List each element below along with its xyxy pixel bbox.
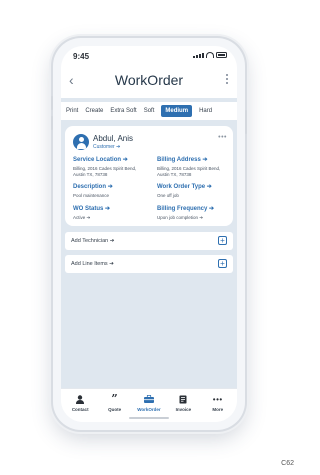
bottom-nav: Contact ” Quote WorkOrder Invoice ••• Mo… [61, 388, 237, 422]
invoice-icon [179, 395, 187, 403]
description-field[interactable]: Description ➔ Pool maintenance [73, 183, 139, 199]
add-technician-row[interactable]: Add Technician ➔ + [65, 232, 233, 250]
person-icon [76, 394, 85, 404]
card-more-icon[interactable]: ••• [218, 134, 227, 141]
nav-invoice[interactable]: Invoice [169, 389, 197, 422]
phone-side-button [51, 96, 53, 110]
field-label: Work Order Type ➔ [157, 184, 212, 190]
customer-name[interactable]: Abdul, Anis [93, 134, 133, 143]
app-screen: 9:45 ‹ WorkOrder Print Create Extra Soft… [61, 46, 237, 422]
edit-arrow-icon: ➔ [122, 157, 128, 163]
edit-arrow-icon: ➔ [206, 184, 212, 190]
kebab-menu-icon[interactable] [225, 74, 229, 84]
status-time: 9:45 [73, 52, 90, 61]
nav-more[interactable]: ••• More [204, 389, 232, 422]
add-line-items-label: Add Line Items ➔ [71, 261, 114, 267]
tab-medium[interactable]: Medium [161, 105, 193, 117]
field-value: Billing, 2016 Cades Spirit Bend, Austin … [157, 166, 221, 177]
edit-arrow-icon: ➔ [199, 215, 204, 220]
edit-arrow-icon: ➔ [109, 238, 115, 244]
add-line-items-row[interactable]: Add Line Items ➔ + [65, 255, 233, 273]
edit-arrow-icon: ➔ [86, 215, 91, 220]
field-value: Upon job completion ➔ [157, 215, 204, 220]
add-line-items-plus-icon[interactable]: + [218, 259, 227, 268]
billing-frequency-field[interactable]: Billing Frequency ➔ Upon job completion … [157, 205, 223, 221]
tab-print[interactable]: Print [66, 108, 78, 114]
edit-arrow-icon: ➔ [209, 206, 215, 212]
edit-arrow-icon: ➔ [109, 261, 114, 267]
avatar [73, 134, 89, 150]
add-technician-label: Add Technician ➔ [71, 238, 115, 244]
wo-status-field[interactable]: WO Status ➔ Active ➔ [73, 205, 139, 221]
add-technician-plus-icon[interactable]: + [218, 236, 227, 245]
corner-label: C62 [281, 460, 294, 467]
field-label: WO Status ➔ [73, 206, 111, 212]
field-label: Billing Address ➔ [157, 157, 208, 163]
edit-arrow-icon: ➔ [105, 206, 111, 212]
field-label: Service Location ➔ [73, 157, 128, 163]
briefcase-icon [143, 395, 154, 403]
tab-extra-soft[interactable]: Extra Soft [110, 108, 136, 114]
status-icons [193, 52, 227, 58]
wifi-icon [206, 52, 214, 58]
customer-type-label[interactable]: Customer ➔ [93, 144, 120, 150]
tab-create[interactable]: Create [85, 108, 103, 114]
quote-icon: ” [111, 392, 118, 405]
field-value: Billing, 2016 Cades Spirit Bend, Austin … [73, 166, 137, 177]
phone-side-button [51, 116, 53, 130]
nav-quote[interactable]: ” Quote [101, 389, 129, 422]
status-bar: 9:45 [61, 46, 237, 66]
page-title: WorkOrder [114, 72, 184, 88]
main-content: Print Create Extra Soft Soft Medium Hard… [61, 98, 237, 388]
phone-frame: 9:45 ‹ WorkOrder Print Create Extra Soft… [53, 38, 245, 430]
person-icon [78, 137, 84, 142]
edit-arrow-icon: ➔ [107, 184, 113, 190]
nav-contact[interactable]: Contact [66, 389, 94, 422]
tab-hard[interactable]: Hard [199, 108, 212, 114]
home-indicator [129, 417, 169, 419]
field-value: One off job [157, 193, 179, 198]
app-header: ‹ WorkOrder [61, 66, 237, 98]
field-value: Active ➔ [73, 215, 91, 220]
edit-arrow-icon: ➔ [202, 157, 208, 163]
customer-card: Abdul, Anis Customer ➔ ••• Service Locat… [65, 126, 233, 226]
signal-icon [193, 53, 204, 58]
tab-strip: Print Create Extra Soft Soft Medium Hard [61, 102, 237, 120]
service-location-field[interactable]: Service Location ➔ Billing, 2016 Cades S… [73, 156, 139, 178]
billing-address-field[interactable]: Billing Address ➔ Billing, 2016 Cades Sp… [157, 156, 223, 178]
tab-soft[interactable]: Soft [144, 108, 155, 114]
field-value: Pool maintenance [73, 193, 110, 198]
work-order-type-field[interactable]: Work Order Type ➔ One off job [157, 183, 223, 199]
field-label: Billing Frequency ➔ [157, 206, 215, 212]
edit-arrow-icon: ➔ [116, 144, 121, 150]
field-label: Description ➔ [73, 184, 113, 190]
phone-side-button [245, 110, 247, 134]
more-dots-icon: ••• [212, 394, 223, 404]
battery-icon [216, 52, 227, 58]
